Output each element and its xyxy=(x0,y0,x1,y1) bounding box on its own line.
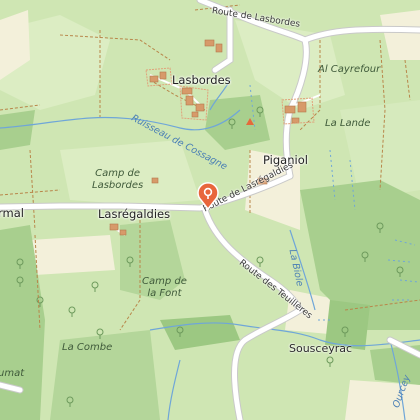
map-canvas xyxy=(0,0,420,420)
location-pin-icon[interactable] xyxy=(196,182,220,210)
map-view[interactable]: Route de Lasbordes Lasbordes Al Cayrefou… xyxy=(0,0,420,420)
